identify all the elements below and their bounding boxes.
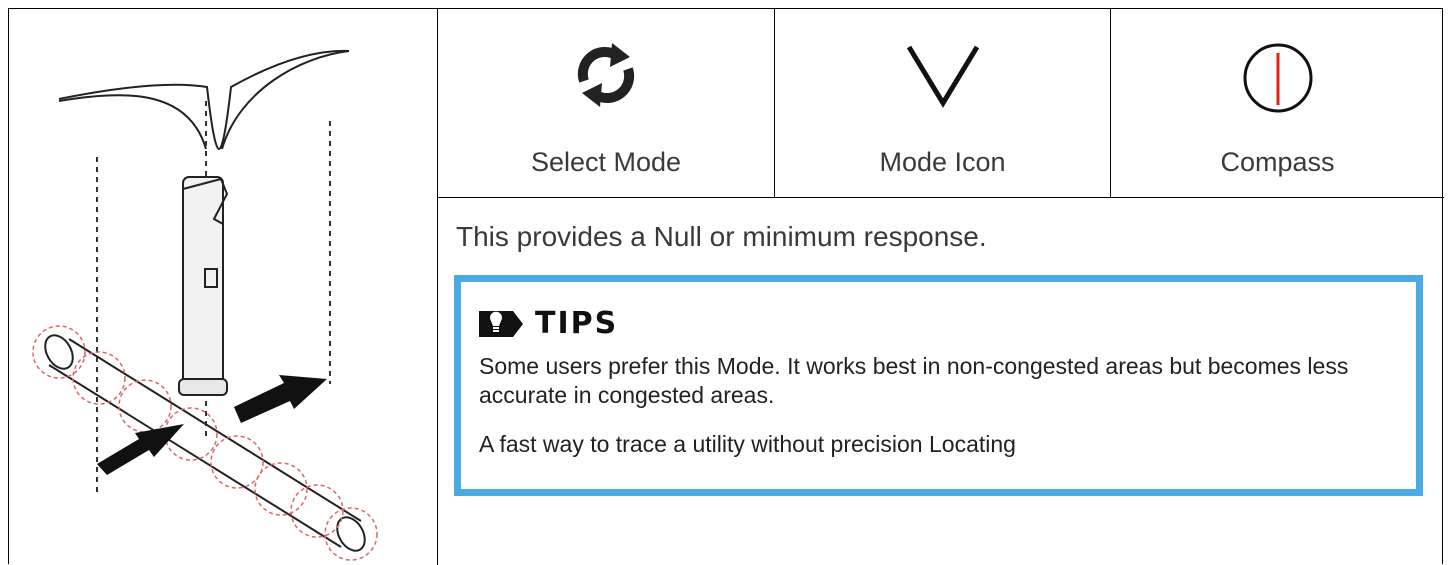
mode-description-cell: This provides a Null or minimum response… — [438, 198, 1444, 565]
tips-paragraph-1: Some users prefer this Mode. It works be… — [479, 353, 1349, 408]
compass-cell: Compass — [1110, 9, 1444, 197]
compass-label: Compass — [1220, 147, 1335, 177]
mode-description: This provides a Null or minimum response… — [456, 221, 987, 252]
mode-table: Select Mode Mode Icon Compass This provi… — [8, 8, 1444, 565]
compass-icon — [1243, 43, 1312, 113]
mode-icon-label: Mode Icon — [879, 147, 1006, 177]
select-mode-cell: Select Mode — [438, 9, 774, 197]
illustration-cell — [9, 9, 438, 565]
lightbulb-icon — [479, 310, 523, 337]
tips-box: TIPS Some users prefer this Mode. It wor… — [454, 275, 1423, 496]
tips-paragraph-2: A fast way to trace a utility without pr… — [479, 431, 1016, 457]
null-v-icon — [906, 45, 979, 108]
mode-icons-row: Select Mode Mode Icon Compass — [438, 9, 1444, 198]
refresh-cycle-icon — [577, 43, 635, 107]
select-mode-label: Select Mode — [530, 147, 682, 177]
mode-icon-cell: Mode Icon — [774, 9, 1110, 197]
locator-over-pipe-illustration — [32, 49, 378, 561]
tips-header: TIPS — [479, 306, 618, 341]
tips-title: TIPS — [535, 306, 619, 341]
